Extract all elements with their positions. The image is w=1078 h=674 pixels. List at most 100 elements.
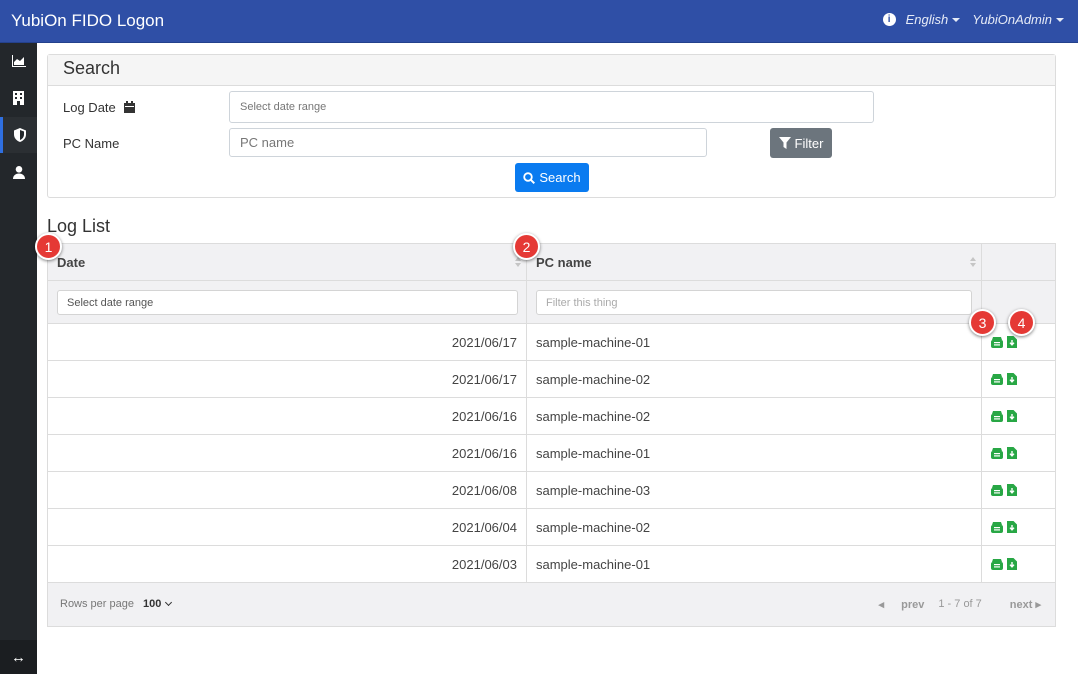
date-cell: 2021/06/16 [48,398,527,434]
table-row: 2021/06/17 sample-machine-01 [48,324,1055,361]
table-footer: Rows per page 100 ◂ prev 1 - 7 of 7 next… [48,583,1055,626]
download-file-icon[interactable] [1007,447,1017,459]
log-date-input[interactable]: Select date range [229,91,874,123]
column-header-actions [982,244,1055,280]
column-header-pc-name-label: PC name [536,254,592,270]
date-cell: 2021/06/16 [48,435,527,471]
caret-down-icon [1056,17,1064,22]
search-title: Search [48,55,1055,86]
date-cell: 2021/06/17 [48,361,527,397]
actions-cell [982,398,1055,434]
filter-icon [778,137,791,149]
view-log-icon[interactable] [991,336,1003,348]
view-log-icon[interactable] [991,484,1003,496]
info-icon[interactable]: i [882,13,896,26]
sidebar-toggle[interactable]: ↔ [0,640,37,674]
table-header-row: Date PC name [48,244,1055,281]
pc-name-value: sample-machine-03 [536,482,651,498]
date-value: 2021/06/16 [451,408,517,424]
pc-name-label: PC Name [63,136,120,151]
search-card: Search Log Date Select date range PC Nam… [47,54,1056,198]
date-cell: 2021/06/03 [48,546,527,582]
download-file-icon[interactable] [1007,558,1017,570]
pc-name-cell: sample-machine-02 [527,509,982,545]
pc-name-cell: sample-machine-01 [527,546,982,582]
rows-per-page-label: Rows per page [60,598,134,610]
column-header-pc-name[interactable]: PC name [527,244,982,280]
date-value: 2021/06/16 [451,445,517,461]
column-header-date[interactable]: Date [48,244,527,280]
next-button[interactable]: next ▸ [996,598,1041,611]
language-label: English [905,12,949,27]
sidebar: ↔ [0,43,37,674]
user-label: YubiOnAdmin [972,12,1052,27]
date-cell: 2021/06/17 [48,324,527,360]
pc-filter-cell: Filter this thing [527,281,982,323]
shield-icon [14,128,26,142]
main-content: Search Log Date Select date range PC Nam… [35,43,1078,674]
app-title[interactable]: YubiOn FIDO Logon [11,11,164,31]
pc-name-cell: sample-machine-01 [527,435,982,471]
table-row: 2021/06/17 sample-machine-02 [48,361,1055,398]
pc-filter-input[interactable]: Filter this thing [536,290,972,315]
top-navbar: YubiOn FIDO Logon i English YubiOnAdmin [0,0,1078,43]
page-count: 1 - 7 of 7 [938,598,982,610]
view-log-icon[interactable] [991,410,1003,422]
table-row: 2021/06/04 sample-machine-02 [48,509,1055,546]
pc-name-value: sample-machine-01 [536,445,651,461]
date-cell: 2021/06/04 [48,509,527,545]
sidebar-item-users[interactable] [0,154,37,190]
sidebar-item-security[interactable] [0,117,37,153]
date-cell: 2021/06/08 [48,472,527,508]
log-table: Date PC name Select date range Filter th… [47,243,1056,627]
prev-button[interactable]: ◂ prev [879,598,925,611]
actions-cell [982,361,1055,397]
search-button[interactable]: Search [515,163,589,192]
date-value: 2021/06/04 [451,519,517,535]
log-date-label-wrap: Log Date [63,100,136,115]
view-log-icon[interactable] [991,558,1003,570]
chevron-down-icon [165,598,173,607]
sort-icon [970,257,976,267]
pc-name-input[interactable]: PC name [229,128,707,157]
view-log-icon[interactable] [991,521,1003,533]
date-filter-input[interactable]: Select date range [57,290,518,315]
download-file-icon[interactable] [1007,410,1017,422]
pc-name-value: sample-machine-02 [536,371,651,387]
log-list-title: Log List [47,216,111,236]
pc-name-cell: sample-machine-01 [527,324,982,360]
pc-name-value: sample-machine-01 [536,334,651,350]
pc-name-value: sample-machine-01 [536,556,651,572]
download-file-icon[interactable] [1007,484,1017,496]
sidebar-item-dashboard[interactable] [0,43,37,79]
sidebar-item-organization[interactable] [0,80,37,116]
actions-cell [982,435,1055,471]
user-dropdown[interactable]: YubiOnAdmin [972,12,1064,27]
download-file-icon[interactable] [1007,336,1017,348]
filter-button[interactable]: Filter [770,128,832,158]
view-log-icon[interactable] [991,373,1003,385]
prev-label: prev [901,599,925,611]
annotation-marker-2: 2 [513,233,540,260]
table-row: 2021/06/16 sample-machine-02 [48,398,1055,435]
pc-name-value: sample-machine-02 [536,408,651,424]
rows-per-page-select[interactable]: 100 [143,598,173,610]
pagination: ◂ prev 1 - 7 of 7 next ▸ [865,598,1041,611]
language-dropdown[interactable]: English [906,12,961,27]
download-file-icon[interactable] [1007,373,1017,385]
view-log-icon[interactable] [991,447,1003,459]
table-row: 2021/06/08 sample-machine-03 [48,472,1055,509]
building-icon [13,91,24,105]
annotation-marker-1: 1 [35,233,62,260]
log-date-label: Log Date [63,100,116,115]
table-row: 2021/06/03 sample-machine-01 [48,546,1055,583]
chart-icon [11,55,26,67]
calendar-icon [124,101,136,113]
pc-name-value: sample-machine-02 [536,519,651,535]
navbar-right: i English YubiOnAdmin [882,12,1064,27]
download-file-icon[interactable] [1007,521,1017,533]
annotation-marker-4: 4 [1008,309,1035,336]
caret-down-icon [952,17,961,22]
date-value: 2021/06/17 [451,371,517,387]
actions-cell [982,509,1055,545]
